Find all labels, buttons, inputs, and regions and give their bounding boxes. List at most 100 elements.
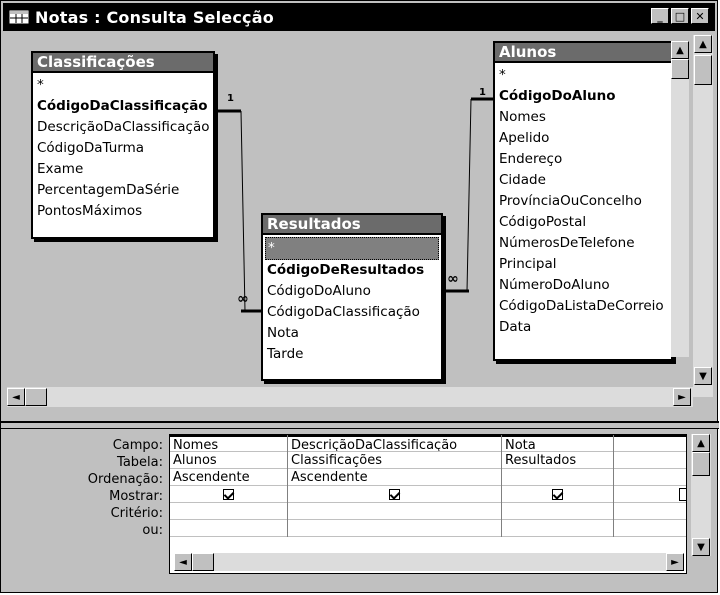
table-resultados[interactable]: Resultados * CódigoDeResultados CódigoDo… [261, 213, 443, 381]
grid-cell[interactable] [502, 486, 613, 503]
field-item[interactable]: Nomes [499, 107, 667, 128]
scroll-up-button[interactable]: ▲ [671, 41, 689, 59]
design-horizontal-scrollbar[interactable]: ◄ ► [7, 387, 693, 407]
field-item[interactable]: ProvínciaOuConcelho [499, 191, 667, 212]
scroll-right-button[interactable]: ► [673, 388, 691, 406]
field-item[interactable]: NúmeroDoAluno [499, 275, 667, 296]
grid-cell[interactable] [614, 503, 686, 520]
grid-cell[interactable] [502, 520, 613, 537]
field-item[interactable]: NúmerosDeTelefone [499, 233, 667, 254]
table-title[interactable]: Alunos [495, 43, 671, 63]
query-window: Notas : Consulta Selecção _ □ ✕ 1 ∞ 1 ∞ … [0, 0, 719, 593]
grid-column[interactable]: Nota Resultados [502, 435, 614, 537]
field-item[interactable]: Tarde [267, 344, 437, 365]
grid-cell[interactable] [170, 486, 287, 503]
grid-cell[interactable] [614, 469, 686, 486]
grid-cell[interactable] [170, 520, 287, 537]
grid-cell[interactable] [614, 520, 686, 537]
field-item[interactable]: Cidade [499, 170, 667, 191]
grid-cell[interactable]: Classificações [288, 452, 501, 469]
field-item[interactable]: CódigoDeResultados [267, 260, 437, 281]
table-title[interactable]: Resultados [263, 215, 441, 235]
scroll-thumb[interactable] [694, 55, 712, 85]
field-item[interactable]: * [37, 75, 209, 96]
table-alunos[interactable]: Alunos * CódigoDoAluno Nomes Apelido End… [493, 41, 673, 361]
field-item[interactable]: Apelido [499, 128, 667, 149]
row-label: Tabela: [117, 455, 163, 470]
field-item[interactable]: * [499, 65, 667, 86]
design-vertical-scrollbar[interactable]: ▲ ▼ [693, 35, 713, 397]
grid-column[interactable]: DescriçãoDaClassificação Classificações … [288, 435, 502, 537]
grid-cell[interactable] [614, 435, 686, 452]
grid-cell[interactable] [502, 469, 613, 486]
row-label: ou: [142, 523, 163, 538]
scroll-up-button[interactable]: ▲ [692, 434, 710, 452]
relation-one-label: 1 [227, 93, 234, 104]
design-grid-area: Campo: Tabela: Ordenação: Mostrar: Crité… [5, 431, 717, 591]
field-item[interactable]: PercentagemDaSérie [37, 180, 209, 201]
grid-cell[interactable] [614, 486, 686, 503]
grid-cell[interactable] [288, 503, 501, 520]
design-grid[interactable]: Nomes Alunos Ascendente DescriçãoDaClass… [169, 434, 687, 574]
field-item[interactable]: CódigoDaListaDeCorreio [499, 296, 667, 317]
scroll-down-button[interactable]: ▼ [692, 538, 710, 556]
minimize-button[interactable]: _ [651, 8, 669, 24]
field-item[interactable]: DescriçãoDaClassificação [37, 117, 210, 138]
scroll-thumb[interactable] [671, 59, 689, 79]
grid-horizontal-scrollbar[interactable]: ◄ ► [174, 553, 684, 571]
relation-many-label: ∞ [237, 291, 249, 307]
show-checkbox[interactable] [679, 488, 686, 501]
grid-cell[interactable]: Ascendente [288, 469, 501, 486]
grid-row-labels: Campo: Tabela: Ordenação: Mostrar: Crité… [5, 437, 163, 539]
table-title[interactable]: Classificações [33, 53, 213, 73]
field-item[interactable]: Exame [37, 159, 209, 180]
field-item[interactable]: CódigoDaTurma [37, 138, 209, 159]
grid-cell[interactable]: Alunos [170, 452, 287, 469]
grid-column[interactable] [614, 435, 686, 537]
grid-column[interactable]: Nomes Alunos Ascendente [170, 435, 288, 537]
show-checkbox[interactable] [389, 489, 400, 500]
grid-cell[interactable] [288, 520, 501, 537]
table-classificacoes[interactable]: Classificações * CódigoDaClassificação D… [31, 51, 215, 239]
scroll-thumb[interactable] [692, 452, 710, 476]
field-item[interactable]: Nota [267, 323, 437, 344]
title-bar[interactable]: Notas : Consulta Selecção _ □ ✕ [3, 3, 715, 31]
field-item[interactable]: CódigoDoAluno [267, 281, 437, 302]
field-item[interactable]: PontosMáximos [37, 201, 209, 222]
scroll-down-button[interactable]: ▼ [694, 367, 712, 385]
field-item[interactable]: Data [499, 317, 667, 338]
grid-cell[interactable] [170, 503, 287, 520]
scroll-up-button[interactable]: ▲ [694, 35, 712, 53]
field-item[interactable]: CódigoDoAluno [499, 86, 667, 107]
show-checkbox[interactable] [552, 489, 563, 500]
grid-vertical-scrollbar[interactable]: ▲ ▼ [691, 434, 711, 556]
show-checkbox[interactable] [223, 489, 234, 500]
grid-cell[interactable]: Nomes [170, 435, 287, 452]
field-item[interactable]: * [265, 237, 439, 260]
scroll-left-button[interactable]: ◄ [174, 553, 192, 571]
row-label: Ordenação: [87, 472, 163, 487]
scroll-thumb[interactable] [192, 553, 214, 571]
pane-splitter[interactable] [1, 421, 719, 429]
field-item[interactable]: CódigoDaClassificação [37, 96, 209, 117]
field-item[interactable]: CódigoPostal [499, 212, 667, 233]
field-item[interactable]: CódigoDaClassificação [267, 302, 437, 323]
scroll-thumb[interactable] [25, 388, 47, 406]
scroll-right-button[interactable]: ► [666, 553, 684, 571]
row-label: Mostrar: [109, 489, 163, 504]
field-item[interactable]: Endereço [499, 149, 667, 170]
grid-cell[interactable] [502, 503, 613, 520]
maximize-button[interactable]: □ [671, 8, 689, 24]
grid-cell[interactable]: Nota [502, 435, 613, 452]
close-button[interactable]: ✕ [691, 8, 709, 24]
field-item[interactable]: Principal [499, 254, 667, 275]
grid-cell[interactable]: DescriçãoDaClassificação [288, 435, 501, 452]
scroll-left-button[interactable]: ◄ [7, 388, 25, 406]
relation-one-label: 1 [479, 87, 486, 98]
grid-cell[interactable] [288, 486, 501, 503]
alunos-vertical-scrollbar[interactable]: ▲ [671, 41, 689, 357]
grid-cell[interactable] [614, 452, 686, 469]
table-design-area: 1 ∞ 1 ∞ Classificações * CódigoDaClassif… [5, 33, 717, 421]
grid-cell[interactable]: Resultados [502, 452, 613, 469]
grid-cell[interactable]: Ascendente [170, 469, 287, 486]
